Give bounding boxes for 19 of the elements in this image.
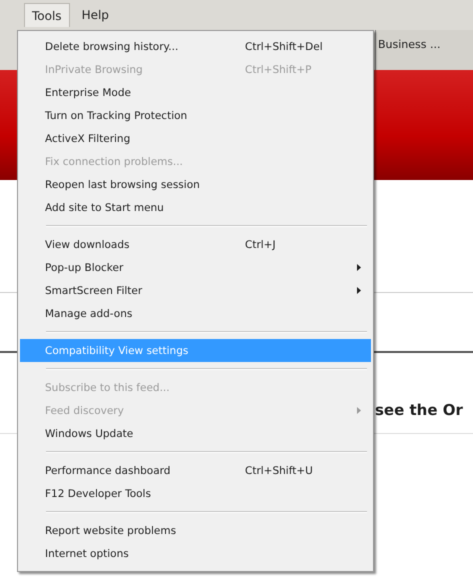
menu-item[interactable]: ActiveX Filtering: [20, 127, 371, 150]
menu-item[interactable]: Windows Update: [20, 422, 371, 445]
menu-item[interactable]: Enterprise Mode: [20, 81, 371, 104]
menu-item[interactable]: Reopen last browsing session: [20, 173, 371, 196]
menu-title[interactable]: Help: [74, 3, 117, 27]
menu-item[interactable]: Add site to Start menu: [20, 196, 371, 219]
menu-item[interactable]: Turn on Tracking Protection: [20, 104, 371, 127]
page-heading: see the Or: [375, 401, 464, 419]
menu-title[interactable]: Tools: [24, 3, 70, 27]
menu-item[interactable]: Report website problems: [20, 519, 371, 542]
menu-item[interactable]: F12 Developer Tools: [20, 482, 371, 505]
menu-item[interactable]: Pop-up Blocker: [20, 256, 371, 279]
menu-item[interactable]: Performance dashboard Ctrl+Shift+U: [20, 459, 371, 482]
menu-item[interactable]: Manage add-ons: [20, 302, 371, 325]
menu-item[interactable]: SmartScreen Filter: [20, 279, 371, 302]
menu-item[interactable]: View downloads Ctrl+J: [20, 233, 371, 256]
menu-item[interactable]: Internet options: [20, 542, 371, 565]
menu-item[interactable]: Delete browsing history... Ctrl+Shift+Del: [20, 35, 371, 58]
browser-tab[interactable]: Business ...: [375, 30, 473, 70]
